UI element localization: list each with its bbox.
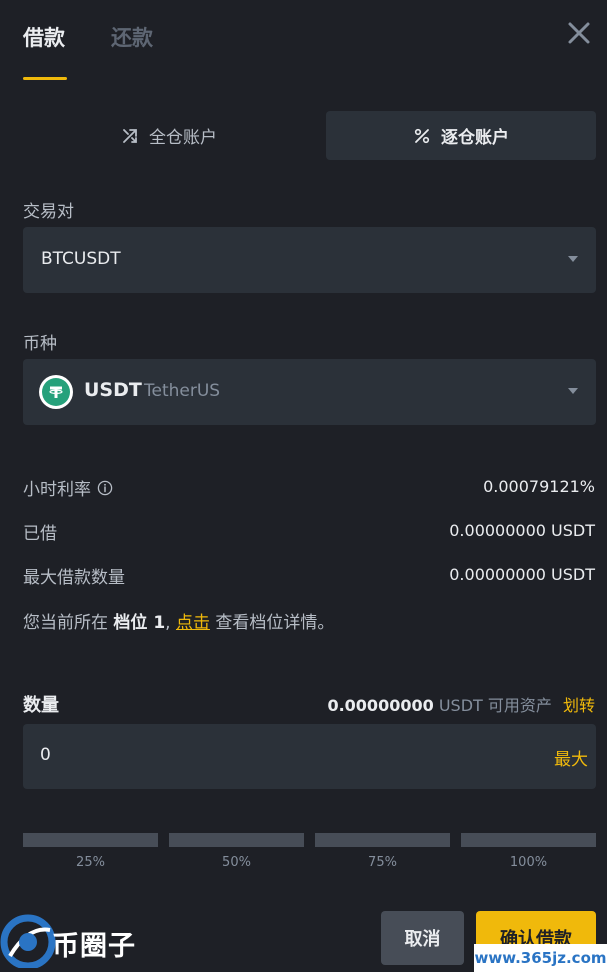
coin-select[interactable]: USDT TetherUS	[23, 359, 596, 425]
pair-select[interactable]: BTCUSDT	[23, 227, 596, 293]
tier-prefix: 您当前所在	[23, 613, 108, 633]
info-icon[interactable]	[97, 480, 113, 496]
hourly-rate-row: 小时利率	[23, 475, 113, 500]
available-unit: USDT 可用资产	[438, 696, 552, 715]
close-icon[interactable]	[566, 20, 592, 46]
tier-comma: ,	[165, 613, 171, 633]
chevron-down-icon	[568, 388, 578, 394]
cross-margin-button[interactable]: 全仓账户	[23, 111, 315, 160]
pair-value: BTCUSDT	[41, 249, 121, 269]
max-borrow-value: 0.00000000 USDT	[449, 565, 595, 584]
tab-repay[interactable]: 还款	[111, 22, 153, 52]
tier-details-link[interactable]: 点击	[176, 613, 210, 633]
coin-code: USDT	[84, 379, 142, 401]
max-button[interactable]: 最大	[554, 745, 588, 770]
percent-segment-25[interactable]	[23, 833, 158, 847]
cross-arrows-icon	[123, 128, 137, 143]
percent-segment-100[interactable]	[461, 833, 596, 847]
available-balance: 0.00000000 USDT 可用资产 划转	[327, 692, 595, 716]
quantity-value[interactable]: 0	[40, 745, 51, 765]
hourly-rate-value: 0.00079121%	[483, 477, 595, 496]
cross-margin-label: 全仓账户	[149, 128, 217, 148]
watermark-logo-icon	[0, 912, 56, 970]
isolated-margin-button[interactable]: 逐仓账户	[326, 111, 596, 160]
transfer-link[interactable]: 划转	[563, 696, 595, 715]
hourly-rate-label: 小时利率	[23, 480, 91, 500]
tab-borrow[interactable]: 借款	[23, 22, 65, 52]
tier-suffix: 查看档位详情。	[215, 613, 335, 633]
tier-level: 档位 1	[113, 613, 166, 633]
pair-label: 交易对	[23, 202, 74, 222]
tab-active-indicator	[23, 77, 67, 80]
cancel-button[interactable]: 取消	[381, 911, 464, 965]
quantity-input[interactable]: 0 最大	[23, 724, 596, 789]
percent-label-25[interactable]: 25%	[23, 855, 158, 870]
percent-segment-50[interactable]	[169, 833, 304, 847]
borrowed-value: 0.00000000 USDT	[449, 521, 595, 540]
watermark-brand: 币圈子	[52, 931, 136, 962]
percent-label-100[interactable]: 100%	[461, 855, 596, 870]
tier-info: 您当前所在 档位 1, 点击 查看档位详情。	[23, 608, 334, 633]
percent-segment-75[interactable]	[315, 833, 450, 847]
max-borrow-label: 最大借款数量	[23, 568, 125, 588]
quantity-label: 数量	[23, 695, 59, 716]
percent-icon	[414, 128, 430, 143]
chevron-down-icon	[568, 256, 578, 262]
watermark-url: www.365jz.com	[474, 944, 607, 972]
isolated-margin-label: 逐仓账户	[441, 128, 509, 148]
available-amount: 0.00000000	[327, 696, 434, 715]
coin-name: TetherUS	[144, 381, 221, 401]
tether-logo-icon	[39, 375, 73, 409]
percent-label-50[interactable]: 50%	[169, 855, 304, 870]
percent-label-75[interactable]: 75%	[315, 855, 450, 870]
coin-label: 币种	[23, 334, 57, 354]
borrowed-label: 已借	[23, 524, 57, 544]
